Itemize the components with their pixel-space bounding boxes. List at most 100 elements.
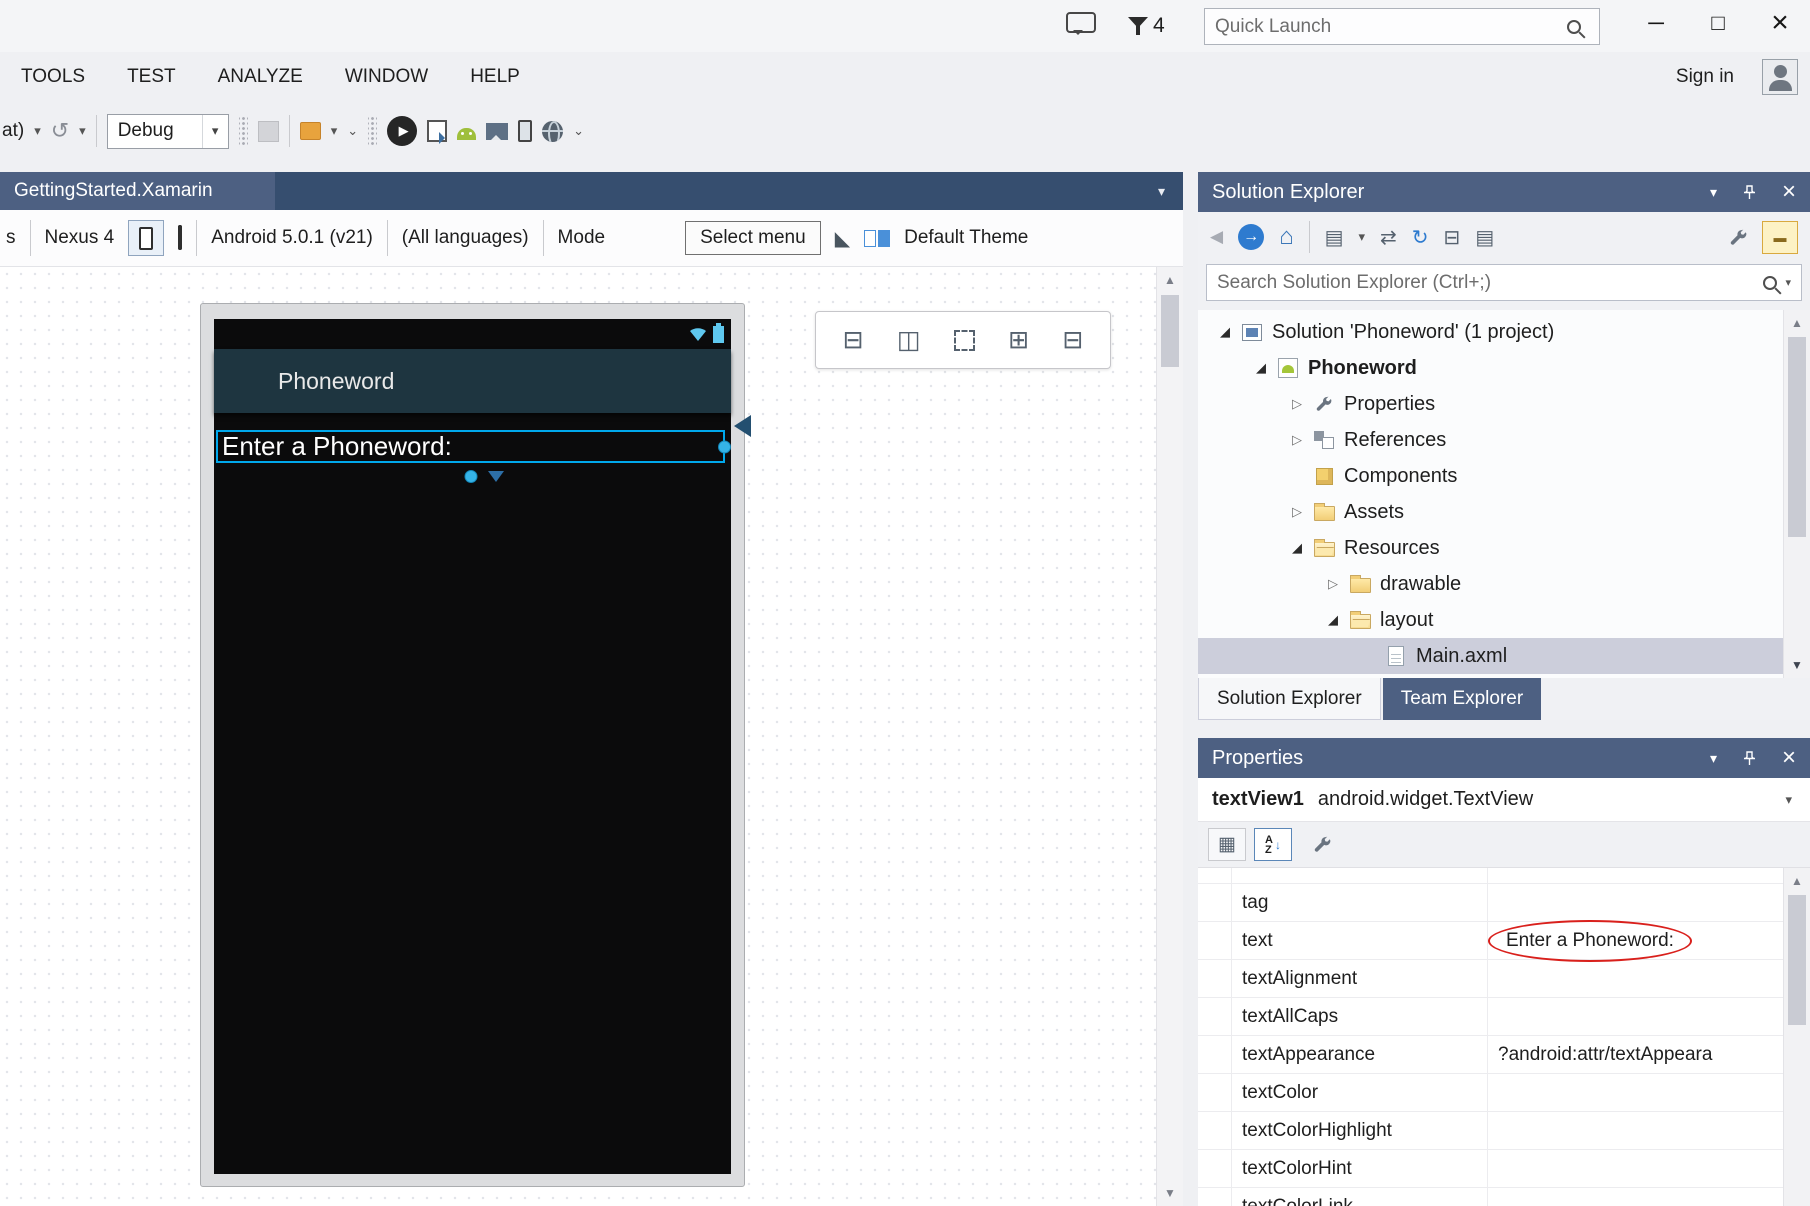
canvas-vertical-scrollbar[interactable]: ▲ ▼	[1156, 267, 1183, 1206]
tab-team-explorer[interactable]: Team Explorer	[1383, 678, 1542, 720]
tree-item-project-phoneword[interactable]: ◢ Phoneword	[1198, 350, 1810, 386]
scroll-down-icon[interactable]: ▼	[1157, 1180, 1183, 1206]
scroll-up-icon[interactable]: ▲	[1157, 267, 1183, 293]
search-icon[interactable]	[1567, 20, 1581, 34]
android-sdk-manager-icon[interactable]	[457, 122, 476, 140]
language-selector[interactable]: (All languages)	[402, 227, 529, 249]
tree-item-properties[interactable]: ▷ Properties	[1198, 386, 1810, 422]
resize-handle-right[interactable]	[718, 440, 731, 453]
tree-item-layout[interactable]: ◢ layout	[1198, 602, 1810, 638]
anchor-arrow-icon[interactable]	[734, 415, 751, 437]
toolbar-overflow-icon[interactable]: ⌄	[347, 123, 358, 139]
property-row-textalignment[interactable]: textAlignment	[1198, 960, 1810, 998]
pin-icon[interactable]	[1743, 185, 1756, 200]
user-avatar-icon[interactable]	[1762, 59, 1798, 95]
sign-in-link[interactable]: Sign in	[1676, 66, 1734, 88]
chevron-down-icon[interactable]: ▾	[79, 123, 86, 139]
window-position-chevron-icon[interactable]: ▾	[1710, 184, 1717, 201]
show-all-files-icon[interactable]: ▤	[1475, 225, 1494, 250]
menu-test[interactable]: TEST	[106, 52, 197, 102]
solution-search-input[interactable]	[1217, 272, 1763, 294]
device-selector[interactable]: Nexus 4	[45, 227, 115, 249]
expander-icon[interactable]: ◢	[1250, 360, 1272, 376]
selected-textview[interactable]: Enter a Phoneword:	[216, 430, 725, 463]
zoom-in-icon[interactable]: ⊞	[1008, 325, 1029, 355]
android-version-selector[interactable]: Android 5.0.1 (v21)	[211, 227, 373, 249]
property-row-tag[interactable]: tag	[1198, 884, 1810, 922]
property-row-textcolorlink[interactable]: textColorLink	[1198, 1188, 1810, 1206]
expander-icon[interactable]: ▷	[1286, 432, 1308, 448]
portrait-orientation-button[interactable]	[128, 220, 164, 256]
property-value[interactable]: ?android:attr/textAppeara	[1488, 1036, 1810, 1073]
select-menu-button[interactable]: Select menu	[685, 221, 821, 255]
menu-tools[interactable]: TOOLS	[0, 52, 106, 102]
property-row-textcolorhighlight[interactable]: textColorHighlight	[1198, 1112, 1810, 1150]
tree-item-main-axml[interactable]: Main.axml	[1198, 638, 1810, 674]
tree-item-assets[interactable]: ▷ Assets	[1198, 494, 1810, 530]
tree-item-resources[interactable]: ◢ Resources	[1198, 530, 1810, 566]
expander-icon[interactable]: ▷	[1322, 576, 1344, 592]
preview-selected-items-toggle[interactable]: ▬	[1762, 221, 1798, 254]
property-row-textappearance[interactable]: textAppearance ?android:attr/textAppeara	[1198, 1036, 1810, 1074]
back-icon[interactable]: ◀	[1210, 227, 1223, 247]
scroll-up-icon[interactable]: ▲	[1784, 310, 1810, 336]
property-pages-wrench-icon[interactable]	[1314, 836, 1331, 853]
theme-selector[interactable]: Default Theme	[904, 227, 1028, 249]
sync-with-active-document-icon[interactable]: ⇄	[1380, 225, 1397, 250]
maximize-button[interactable]: □	[1694, 4, 1742, 42]
minimize-button[interactable]: ─	[1632, 4, 1680, 42]
handle-dropdown-icon[interactable]	[488, 471, 504, 482]
property-value[interactable]	[1488, 1074, 1810, 1111]
toolbar-grip[interactable]	[368, 116, 377, 146]
close-icon[interactable]: ×	[1782, 744, 1796, 772]
designer-canvas[interactable]: Phoneword Enter a Phoneword: ⊟ ◫ ⊞	[0, 267, 1183, 1206]
deploy-to-device-icon[interactable]	[427, 120, 447, 142]
scrollbar-thumb[interactable]	[1788, 895, 1806, 1025]
device-log-icon[interactable]	[518, 120, 532, 142]
property-value[interactable]	[1488, 998, 1810, 1035]
start-debugging-button[interactable]: ▶	[387, 116, 417, 146]
notifications-button[interactable]: 4	[1128, 9, 1165, 43]
chevron-down-icon[interactable]: ▾	[331, 123, 338, 139]
alternate-layout-icon[interactable]: ◣	[835, 226, 850, 251]
property-value[interactable]: Enter a Phoneword:	[1488, 922, 1810, 959]
quick-launch-input[interactable]	[1215, 16, 1567, 38]
property-row-textcolor[interactable]: textColor	[1198, 1074, 1810, 1112]
chevron-down-icon[interactable]: ▾	[34, 123, 41, 139]
toolbar-grip[interactable]	[239, 116, 248, 146]
home-icon[interactable]: ⌂	[1279, 223, 1294, 251]
configuration-dropdown-partial[interactable]: at)	[2, 120, 24, 142]
menu-analyze[interactable]: ANALYZE	[197, 52, 324, 102]
selected-object-row[interactable]: textView1 android.widget.TextView ▾	[1198, 778, 1810, 822]
property-value[interactable]	[1488, 1112, 1810, 1149]
toolbar-overflow-icon[interactable]: ⌄	[573, 123, 584, 139]
alphabetical-sort-button[interactable]: AZ ↓	[1254, 828, 1292, 861]
refresh-icon[interactable]: ↻	[1412, 225, 1429, 250]
search-icon[interactable]	[1763, 276, 1777, 290]
split-vertical-icon[interactable]: ◫	[897, 325, 921, 355]
close-button[interactable]: ×	[1756, 4, 1804, 42]
undo-icon[interactable]: ↺	[51, 118, 69, 144]
split-horizontal-icon[interactable]: ⊟	[843, 325, 864, 355]
solution-explorer-header[interactable]: Solution Explorer ▾ ×	[1198, 172, 1810, 212]
chevron-down-icon[interactable]: ▾	[1785, 276, 1791, 289]
menu-window[interactable]: WINDOW	[324, 52, 449, 102]
tree-item-solution[interactable]: ◢ Solution 'Phoneword' (1 project)	[1198, 314, 1810, 350]
property-value[interactable]	[1488, 884, 1810, 921]
scrollbar-thumb[interactable]	[1788, 337, 1806, 537]
categorized-view-button[interactable]: ▦	[1208, 828, 1246, 861]
chevron-down-icon[interactable]: ▾	[202, 115, 228, 148]
feedback-icon[interactable]	[1066, 12, 1096, 33]
collapse-all-icon[interactable]: ⊟	[1444, 225, 1461, 250]
expander-icon[interactable]: ▷	[1286, 504, 1308, 520]
expander-icon[interactable]: ◢	[1286, 540, 1308, 556]
debug-configuration-combobox[interactable]: Debug ▾	[107, 114, 229, 149]
theme-preview-icon[interactable]	[864, 230, 890, 247]
resize-handle-bottom[interactable]	[464, 470, 477, 483]
close-icon[interactable]: ×	[1782, 178, 1796, 206]
expander-icon[interactable]: ◢	[1214, 324, 1236, 340]
properties-header[interactable]: Properties ▾ ×	[1198, 738, 1810, 778]
android-emulator-manager-icon[interactable]	[486, 123, 508, 140]
properties-vertical-scrollbar[interactable]: ▲	[1783, 868, 1810, 1206]
pin-icon[interactable]	[1743, 751, 1756, 766]
